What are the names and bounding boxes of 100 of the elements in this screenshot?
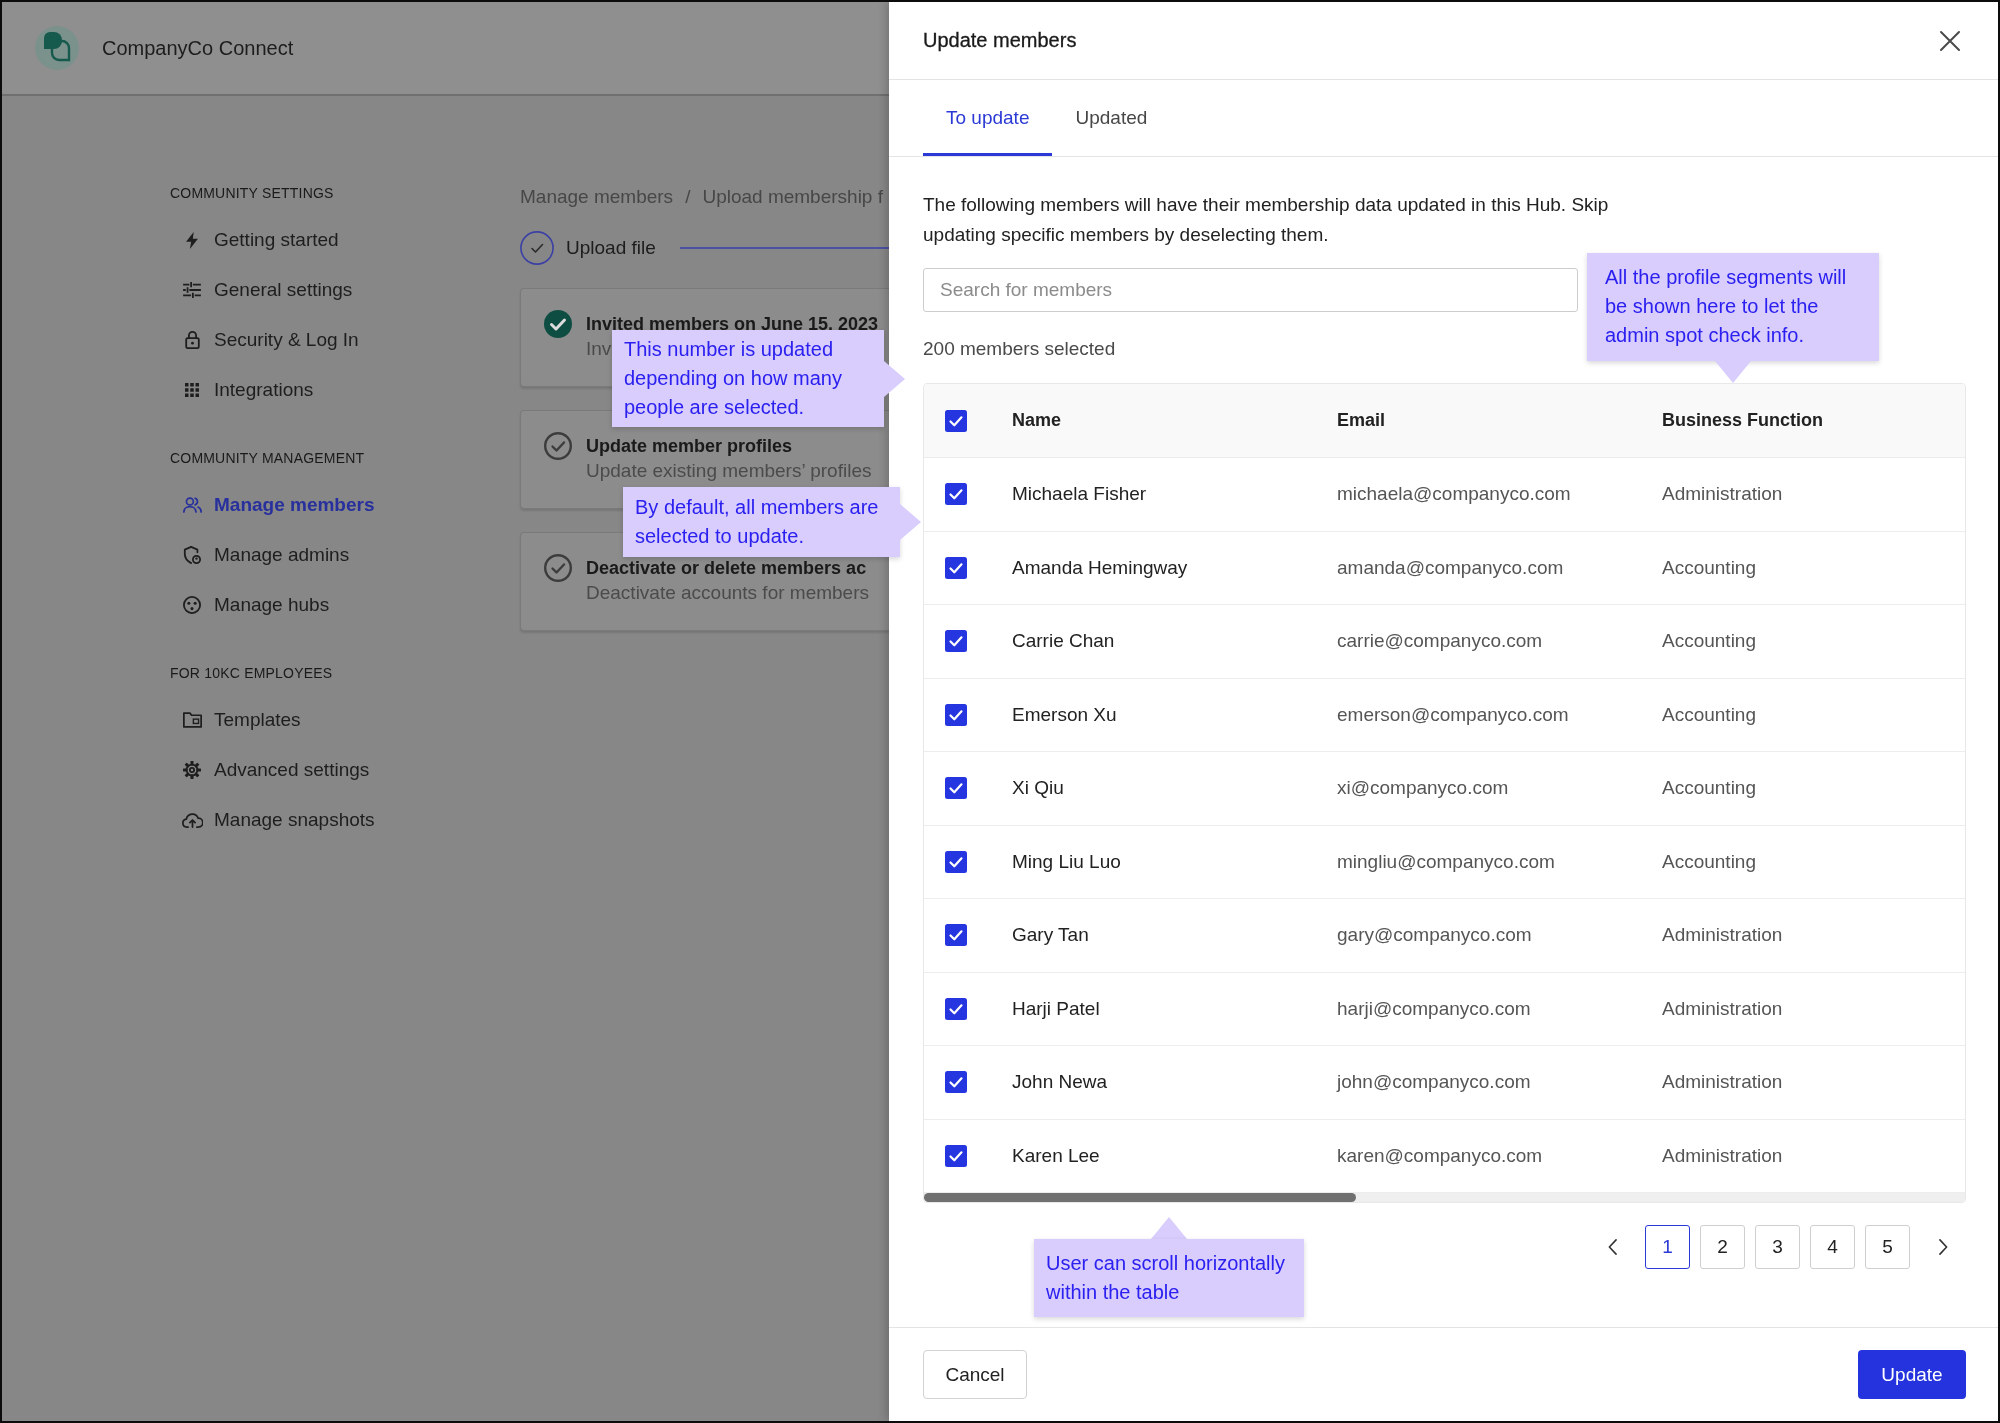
annotation-tooltip: User can scroll horizontally within the table xyxy=(1034,1239,1304,1317)
table-cell: Ming Liu Luo xyxy=(1012,850,1121,873)
sidebar-item[interactable]: Manage members xyxy=(170,480,379,530)
sliders-icon xyxy=(183,282,201,298)
card-subtitle: Deactivate accounts for members xyxy=(586,582,869,604)
row-checkbox[interactable] xyxy=(945,556,967,579)
description-text: The following members will have their membership data updated in this Hub. Skip updating specific members by deselecting them. xyxy=(923,193,1610,247)
tab[interactable]: To update xyxy=(923,80,1053,156)
annotation-tooltip: This number is updated depending on how many people are selected. xyxy=(612,330,884,427)
select-all-checkbox[interactable] xyxy=(945,409,967,432)
annotation-tooltip: All the profile segments will be shown here to let the admin spot check info. xyxy=(1587,253,1879,361)
chevron-right-icon xyxy=(1938,1239,1948,1255)
table-cell: gary@companyco.com xyxy=(1337,924,1532,947)
sidebar-item[interactable]: Templates xyxy=(170,695,305,745)
table-cell: Accounting xyxy=(1662,703,1756,726)
search-field[interactable]: Search for members xyxy=(923,268,1578,312)
table-cell: Administration xyxy=(1662,924,1783,947)
column-header: Business Function xyxy=(1662,410,1823,431)
table-cell: karen@companyco.com xyxy=(1337,1144,1543,1167)
column-header: Email xyxy=(1337,410,1386,431)
sidebar-item[interactable]: Manage admins xyxy=(170,530,354,580)
breadcrumb-separator: / xyxy=(685,185,691,209)
lock-icon xyxy=(184,331,200,349)
scrollbar-thumb[interactable] xyxy=(924,1193,1356,1202)
step-check-icon xyxy=(520,231,554,265)
row-checkbox[interactable] xyxy=(945,924,967,947)
table-cell: amanda@companyco.com xyxy=(1337,556,1564,579)
breadcrumb-current: Upload membership f xyxy=(702,185,883,209)
table-cell: michaela@companyco.com xyxy=(1337,483,1571,506)
shield-icon xyxy=(183,546,201,564)
tooltip-arrow-icon xyxy=(884,360,905,397)
tooltip-arrow-icon xyxy=(1715,361,1751,383)
table-cell: Accounting xyxy=(1662,630,1756,653)
table-cell: emerson@companyco.com xyxy=(1337,703,1569,726)
sidebar-heading: COMMUNITY SETTINGS xyxy=(170,184,334,203)
sidebar-heading: FOR 10KC EMPLOYEES xyxy=(170,664,333,683)
sidebar-item[interactable]: Manage snapshots xyxy=(170,795,379,845)
table-cell: carrie@companyco.com xyxy=(1337,630,1543,653)
table-cell: xi@companyco.com xyxy=(1337,777,1509,800)
table-cell: Accounting xyxy=(1662,556,1756,579)
table-cell: Michaela Fisher xyxy=(1012,483,1147,506)
table-cell: Administration xyxy=(1662,1071,1783,1094)
row-checkbox[interactable] xyxy=(945,703,967,726)
chevron-left-icon xyxy=(1607,1239,1617,1255)
table-cell: harji@companyco.com xyxy=(1337,997,1531,1020)
app-title: CompanyCo Connect xyxy=(102,36,294,60)
step-label: Upload file xyxy=(566,237,656,259)
bolt-icon xyxy=(186,231,198,249)
row-checkbox[interactable] xyxy=(945,850,967,873)
card-title: Update member profiles xyxy=(586,435,793,458)
table-cell: Administration xyxy=(1662,997,1783,1020)
sidebar-item[interactable]: Advanced settings xyxy=(170,745,374,795)
page-button[interactable]: 3 xyxy=(1755,1225,1800,1269)
tooltip-arrow-icon xyxy=(1151,1217,1187,1239)
table-cell: Administration xyxy=(1662,483,1783,506)
circle-dots-icon xyxy=(183,596,201,614)
page-button[interactable]: 1 xyxy=(1645,1225,1690,1269)
table-cell: Carrie Chan xyxy=(1012,630,1115,653)
table-cell: Harji Patel xyxy=(1012,997,1100,1020)
panel-title: Update members xyxy=(923,29,1077,52)
sidebar-item[interactable]: Integrations xyxy=(170,365,318,415)
card-subtitle: Update existing members’ profiles xyxy=(586,460,872,482)
close-icon xyxy=(1939,29,1961,52)
sidebar-item[interactable]: General settings xyxy=(170,265,357,315)
card-subtitle: Inv xyxy=(586,338,612,360)
table-cell: Xi Qiu xyxy=(1012,777,1064,800)
table-cell: mingliu@companyco.com xyxy=(1337,850,1555,873)
table-cell: Accounting xyxy=(1662,777,1756,800)
breadcrumb-link[interactable]: Manage members xyxy=(520,185,674,209)
row-checkbox[interactable] xyxy=(945,483,967,506)
sidebar-item[interactable]: Security & Log In xyxy=(170,315,363,365)
row-checkbox[interactable] xyxy=(945,1144,967,1167)
cancel-button[interactable]: Cancel xyxy=(923,1350,1027,1399)
update-button[interactable]: Update xyxy=(1858,1350,1966,1399)
tooltip-arrow-icon xyxy=(900,504,921,540)
table-cell: Karen Lee xyxy=(1012,1144,1100,1167)
table-cell: Administration xyxy=(1662,1144,1783,1167)
page-button[interactable]: 5 xyxy=(1865,1225,1910,1269)
grid-icon xyxy=(185,383,199,397)
page-button[interactable]: 4 xyxy=(1810,1225,1855,1269)
folder-icon xyxy=(182,712,202,728)
row-checkbox[interactable] xyxy=(945,997,967,1020)
sidebar-heading: COMMUNITY MANAGEMENT xyxy=(170,449,365,468)
page-button[interactable]: 2 xyxy=(1700,1225,1745,1269)
card-title: Deactivate or delete members ac xyxy=(586,557,867,580)
logo-icon xyxy=(35,26,79,70)
close-button[interactable] xyxy=(1939,29,1961,52)
tab[interactable]: Updated xyxy=(1052,80,1171,156)
row-checkbox[interactable] xyxy=(945,630,967,653)
sidebar-item[interactable]: Manage hubs xyxy=(170,580,334,630)
row-checkbox[interactable] xyxy=(945,1071,967,1094)
table-cell: Amanda Hemingway xyxy=(1012,556,1188,579)
sidebar-item[interactable]: Getting started xyxy=(170,215,343,265)
people-icon xyxy=(182,497,202,513)
row-checkbox[interactable] xyxy=(945,777,967,800)
table-cell: john@companyco.com xyxy=(1337,1071,1531,1094)
cloud-upload-icon xyxy=(181,812,203,828)
table-cell: John Newa xyxy=(1012,1071,1108,1094)
table-cell: Accounting xyxy=(1662,850,1756,873)
table-cell: Emerson Xu xyxy=(1012,703,1117,726)
